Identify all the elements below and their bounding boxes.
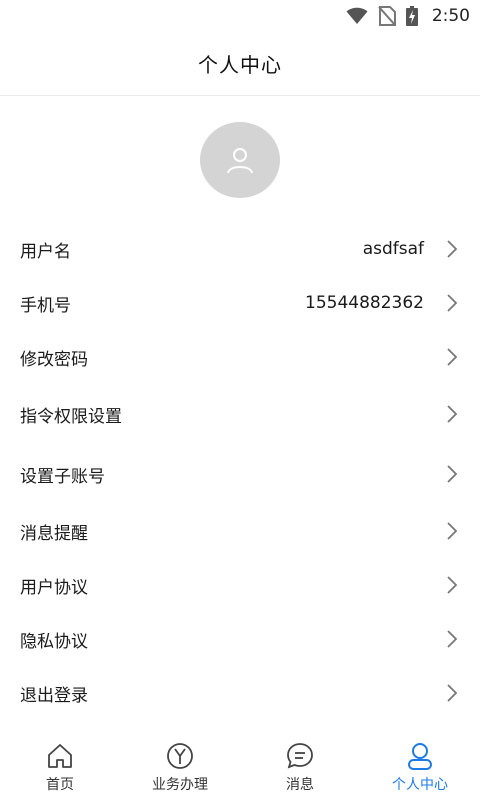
menu-item-label: 用户名 — [20, 241, 71, 262]
chevron-right-icon — [447, 630, 458, 648]
chevron-right-icon — [447, 465, 458, 483]
menu-item-username[interactable]: 用户名 asdfsaf — [0, 222, 480, 276]
user-icon — [227, 148, 253, 174]
tab-label: 个人中心 — [392, 777, 448, 793]
menu-item-label: 用户协议 — [20, 577, 88, 598]
tab-label: 消息 — [286, 777, 314, 793]
menu-item-label: 设置子账号 — [20, 466, 105, 487]
message-bubble-icon — [287, 743, 313, 769]
chevron-right-icon — [447, 576, 458, 594]
tab-label: 首页 — [46, 777, 74, 793]
tab-home[interactable]: 首页 — [0, 736, 120, 800]
menu-item-label: 消息提醒 — [20, 523, 88, 544]
no-sim-icon — [378, 6, 396, 26]
tab-business[interactable]: 业务办理 — [120, 736, 240, 800]
yuan-circle-icon — [167, 743, 193, 769]
menu-item-notifications[interactable]: 消息提醒 — [0, 504, 480, 558]
bottom-tab-bar: 首页 业务办理 消息 个人中心 — [0, 736, 480, 800]
chevron-right-icon — [447, 348, 458, 366]
page-title: 个人中心 — [198, 53, 282, 77]
home-icon — [48, 744, 72, 768]
chevron-right-icon — [447, 522, 458, 540]
tab-messages[interactable]: 消息 — [240, 736, 360, 800]
menu-item-sub-accounts[interactable]: 设置子账号 — [0, 447, 480, 501]
menu-item-logout[interactable]: 退出登录 — [0, 666, 480, 720]
phone-value: 15544882362 — [305, 293, 424, 313]
page-header: 个人中心 — [0, 32, 480, 96]
menu-item-change-password[interactable]: 修改密码 — [0, 330, 480, 384]
status-bar: 2:50 — [0, 0, 480, 32]
chevron-right-icon — [447, 684, 458, 702]
wifi-icon — [346, 7, 368, 24]
avatar[interactable] — [200, 122, 280, 198]
person-icon — [408, 743, 432, 770]
menu-item-command-permissions[interactable]: 指令权限设置 — [0, 387, 480, 441]
menu-item-label: 退出登录 — [20, 685, 88, 706]
menu-item-label: 指令权限设置 — [20, 406, 122, 427]
chevron-right-icon — [447, 405, 458, 423]
tab-label: 业务办理 — [152, 777, 208, 793]
menu-item-user-agreement[interactable]: 用户协议 — [0, 558, 480, 612]
chevron-right-icon — [447, 240, 458, 258]
menu-item-label: 修改密码 — [20, 349, 88, 370]
menu-item-label: 隐私协议 — [20, 631, 88, 652]
tab-profile[interactable]: 个人中心 — [360, 736, 480, 800]
chevron-right-icon — [447, 294, 458, 312]
battery-charging-icon — [405, 6, 418, 26]
menu-item-phone[interactable]: 手机号 15544882362 — [0, 276, 480, 330]
status-time: 2:50 — [431, 6, 470, 26]
menu-item-privacy-agreement[interactable]: 隐私协议 — [0, 612, 480, 666]
username-value: asdfsaf — [362, 239, 424, 259]
menu-item-label: 手机号 — [20, 295, 71, 316]
